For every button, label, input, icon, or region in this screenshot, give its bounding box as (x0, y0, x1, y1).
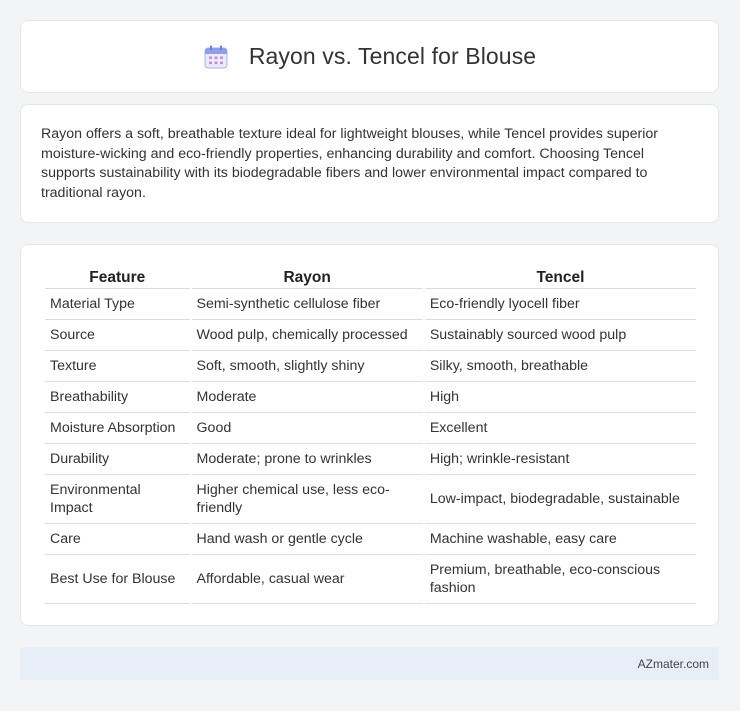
table-header-row: Feature Rayon Tencel (45, 267, 696, 289)
rayon-cell: Moderate; prone to wrinkles (191, 444, 423, 475)
tencel-cell: Premium, breathable, eco-conscious fashi… (424, 555, 696, 604)
tencel-cell: Silky, smooth, breathable (424, 351, 696, 382)
feature-cell: Source (45, 320, 190, 351)
rayon-cell: Soft, smooth, slightly shiny (191, 351, 423, 382)
table-row: Source Wood pulp, chemically processed S… (45, 320, 696, 351)
table-row: Care Hand wash or gentle cycle Machine w… (45, 524, 696, 555)
summary-card: Rayon offers a soft, breathable texture … (20, 104, 719, 223)
header-rayon: Rayon (191, 267, 423, 289)
comparison-table-card: Feature Rayon Tencel Material Type Semi-… (20, 244, 719, 626)
page-title: Rayon vs. Tencel for Blouse (248, 43, 537, 69)
tencel-cell: High; wrinkle-resistant (424, 444, 696, 475)
rayon-cell: Affordable, casual wear (191, 555, 423, 604)
table-row: Breathability Moderate High (45, 382, 696, 413)
summary-text: Rayon offers a soft, breathable texture … (41, 126, 658, 201)
rayon-cell: Good (191, 413, 423, 444)
feature-cell: Moisture Absorption (45, 413, 190, 444)
rayon-cell: Higher chemical use, less eco-friendly (191, 475, 423, 524)
tencel-cell: High (424, 382, 696, 413)
feature-cell: Care (45, 524, 190, 555)
table-row: Moisture Absorption Good Excellent (45, 413, 696, 444)
table-row: Texture Soft, smooth, slightly shiny Sil… (45, 351, 696, 382)
rayon-cell: Wood pulp, chemically processed (191, 320, 423, 351)
title-wrap: Rayon vs. Tencel for Blouse (203, 43, 536, 70)
calendar-icon (203, 44, 229, 70)
tencel-cell: Excellent (424, 413, 696, 444)
header-feature: Feature (45, 267, 190, 289)
feature-cell: Durability (45, 444, 190, 475)
header-tencel: Tencel (424, 267, 696, 289)
tencel-cell: Eco-friendly lyocell fiber (424, 289, 696, 320)
comparison-table: Feature Rayon Tencel Material Type Semi-… (43, 267, 698, 604)
rayon-cell: Semi-synthetic cellulose fiber (191, 289, 423, 320)
footer: AZmater.com (20, 647, 719, 680)
tencel-cell: Low-impact, biodegradable, sustainable (424, 475, 696, 524)
table-row: Material Type Semi-synthetic cellulose f… (45, 289, 696, 320)
feature-cell: Best Use for Blouse (45, 555, 190, 604)
footer-site-link[interactable]: AZmater.com (638, 657, 709, 671)
header-card: Rayon vs. Tencel for Blouse (20, 20, 719, 93)
tencel-cell: Sustainably sourced wood pulp (424, 320, 696, 351)
feature-cell: Material Type (45, 289, 190, 320)
feature-cell: Texture (45, 351, 190, 382)
rayon-cell: Moderate (191, 382, 423, 413)
table-row: Best Use for Blouse Affordable, casual w… (45, 555, 696, 604)
table-row: Environmental Impact Higher chemical use… (45, 475, 696, 524)
tencel-cell: Machine washable, easy care (424, 524, 696, 555)
feature-cell: Environmental Impact (45, 475, 190, 524)
feature-cell: Breathability (45, 382, 190, 413)
table-row: Durability Moderate; prone to wrinkles H… (45, 444, 696, 475)
rayon-cell: Hand wash or gentle cycle (191, 524, 423, 555)
